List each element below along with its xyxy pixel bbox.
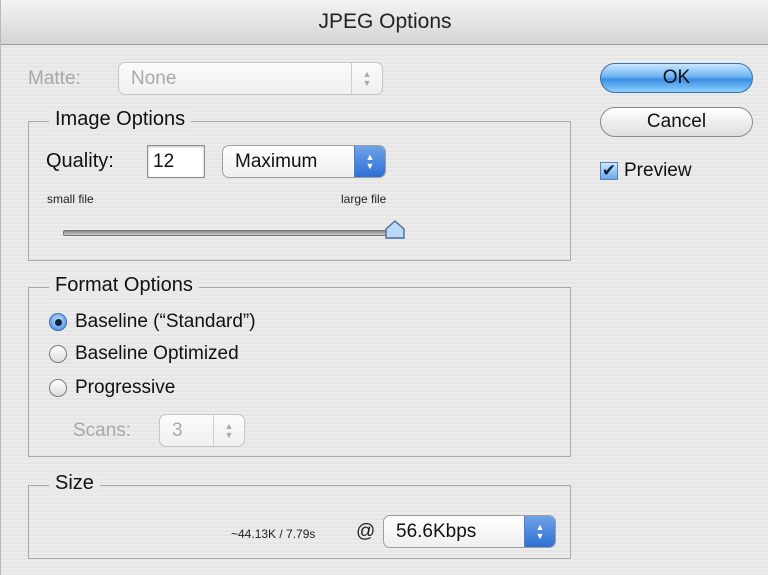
radio-label: Baseline Optimized [75,343,239,364]
ok-button[interactable]: OK [600,63,753,93]
scans-popup[interactable]: 3 ▲ ▼ [159,414,245,447]
radio-unselected-icon [49,379,67,397]
matte-row: Matte: [28,62,114,96]
radio-progressive[interactable]: Progressive [49,377,175,399]
preview-label: Preview [624,160,692,181]
quality-preset-popup[interactable]: Maximum ▲ ▼ [222,145,386,178]
matte-popup[interactable]: None ▲ ▼ [118,62,383,95]
large-file-label: large file [341,192,387,206]
quality-slider-thumb[interactable] [384,219,406,241]
dialog-title-bar: JPEG Options [1,0,768,45]
chevron-updown-icon: ▲ ▼ [351,63,382,94]
connection-speed-value: 56.6Kbps [396,520,477,542]
quality-preset-value: Maximum [235,150,318,172]
image-options-title: Image Options [49,108,192,131]
cancel-label: Cancel [646,111,707,132]
quality-slider-track[interactable] [63,230,395,236]
size-title: Size [49,472,100,495]
matte-label: Matte: [28,68,81,89]
at-symbol: @ [356,521,376,542]
format-options-title: Format Options [49,274,199,297]
connection-speed-popup[interactable]: 56.6Kbps ▲ ▼ [383,515,556,548]
matte-value: None [131,67,177,89]
scans-label: Scans: [73,420,132,441]
radio-selected-icon [49,313,67,331]
size-estimate: ~44.13K / 7.79s [231,527,316,541]
radio-label: Progressive [75,377,176,398]
radio-unselected-icon [49,345,67,363]
preview-checkbox[interactable]: ✔ Preview [600,160,692,182]
image-options-group: Image Options [28,108,571,261]
quality-label: Quality: [46,150,114,172]
radio-baseline-optimized[interactable]: Baseline Optimized [49,343,239,365]
jpeg-options-dialog: JPEG Options Matte: None ▲ ▼ Image Option… [0,0,768,575]
quality-input[interactable] [147,145,205,178]
checkmark-icon: ✔ [600,161,618,180]
scans-value: 3 [172,419,183,441]
radio-baseline-standard[interactable]: Baseline (“Standard”) [49,311,256,333]
dialog-title: JPEG Options [318,10,452,33]
cancel-button[interactable]: Cancel [600,107,753,137]
chevron-updown-icon: ▲ ▼ [524,516,555,547]
ok-label: OK [662,67,691,88]
chevron-updown-icon: ▲ ▼ [354,146,385,177]
chevron-updown-icon: ▲ ▼ [213,415,244,446]
radio-label: Baseline (“Standard”) [75,311,256,332]
small-file-label: small file [47,192,94,206]
